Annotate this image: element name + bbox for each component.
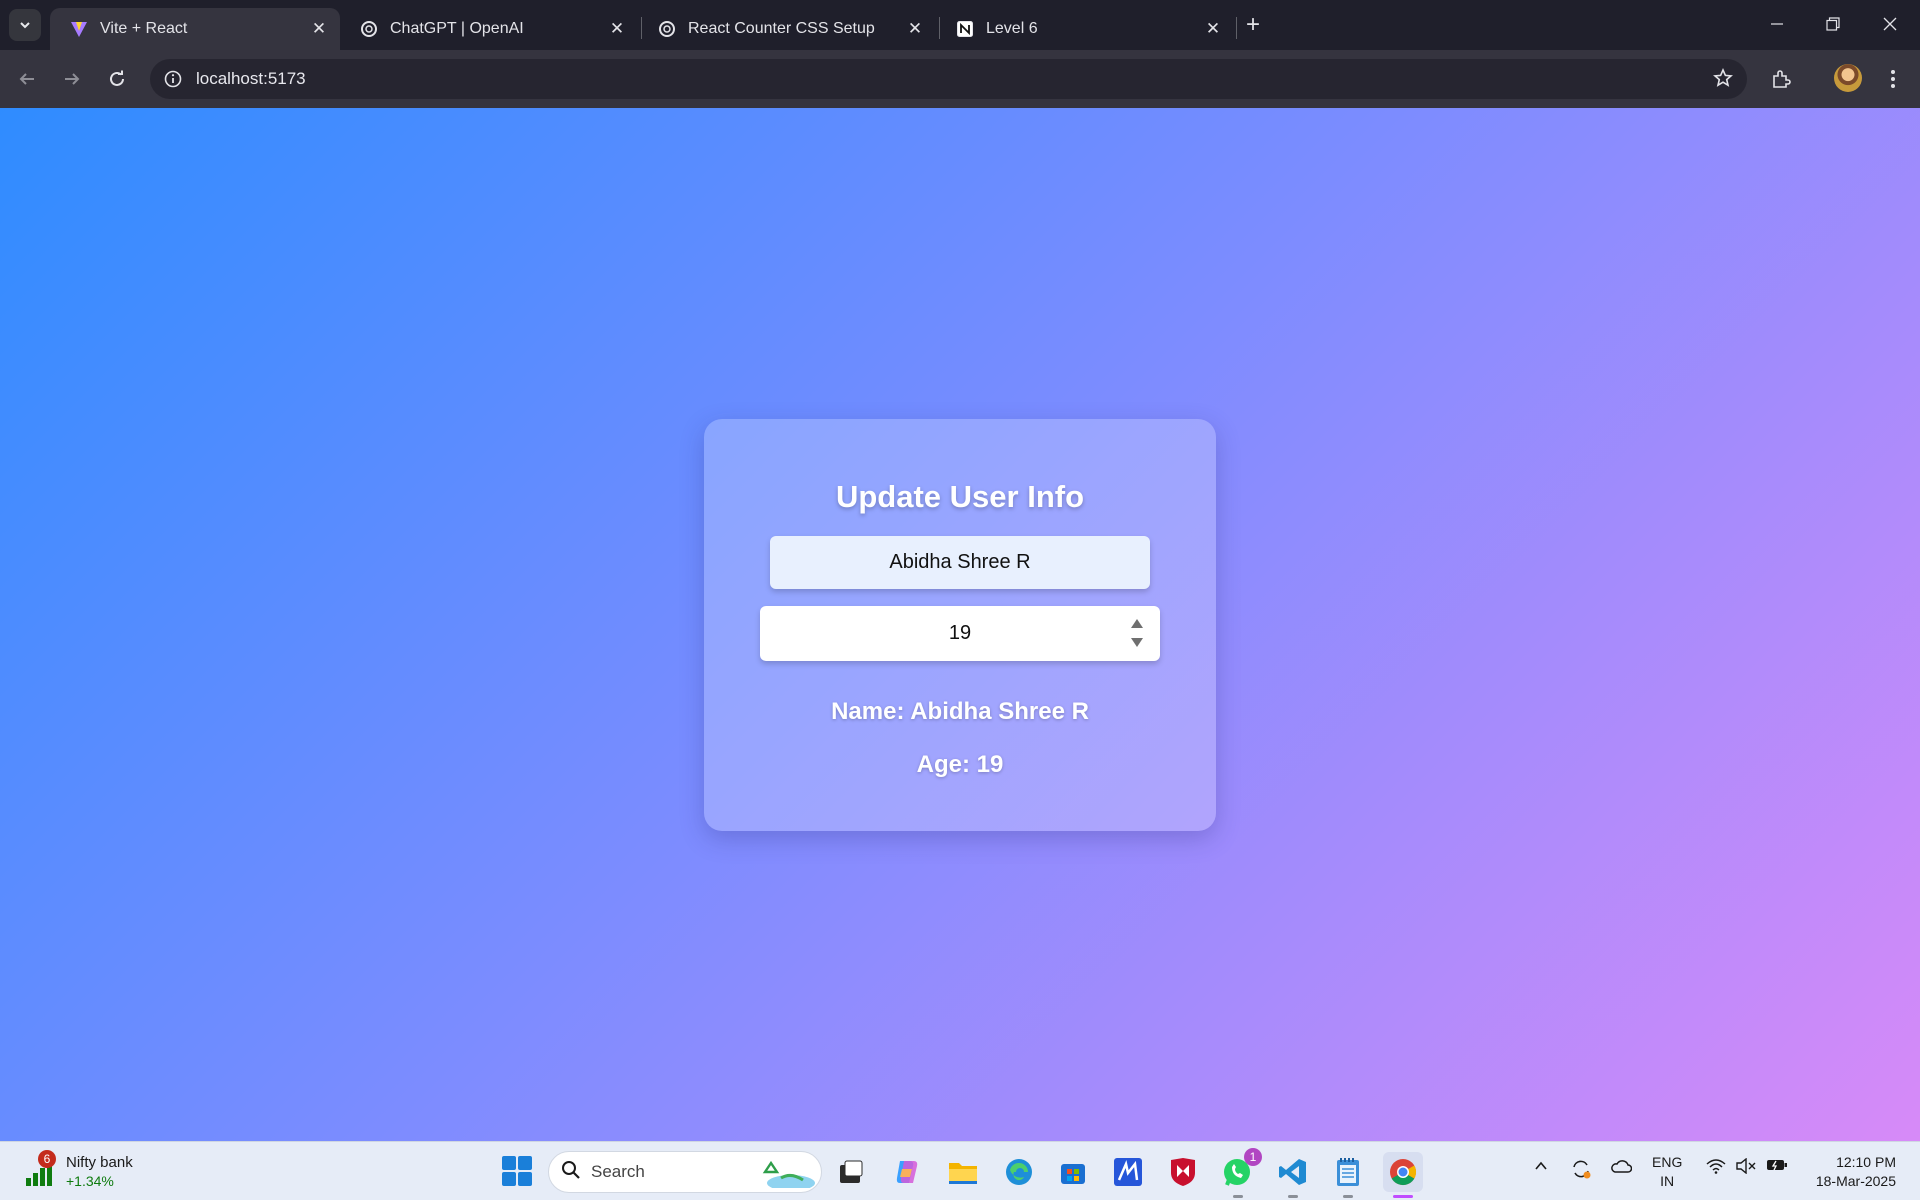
close-icon (1883, 17, 1897, 31)
edge-icon[interactable] (999, 1152, 1039, 1192)
arrow-right-icon (65, 73, 80, 85)
taskbar: 6 Nifty bank +1.34% Search 1 ENG IN 12:1… (0, 1141, 1920, 1200)
notification-badge: 1 (1244, 1148, 1262, 1166)
tab-title: ChatGPT | OpenAI (390, 20, 524, 37)
close-window-button[interactable] (1870, 8, 1910, 40)
windows-logo-pane (502, 1172, 516, 1186)
card-title: Update User Info (835, 479, 1085, 514)
name-display: Name: Abidha Shree R (831, 698, 1089, 725)
onedrive-cloud-icon[interactable] (1610, 1158, 1632, 1174)
openai-icon (360, 20, 378, 38)
browser-toolbar: localhost:5173 (0, 50, 1920, 108)
minimize-button[interactable] (1757, 8, 1797, 40)
address-bar[interactable]: localhost:5173 (150, 59, 1747, 99)
copilot-icon[interactable] (887, 1152, 927, 1192)
clock-time: 12:10 PM (1836, 1154, 1896, 1170)
tab-react-counter[interactable]: React Counter CSS Setup ✕ (638, 8, 936, 50)
file-explorer-icon[interactable] (943, 1152, 983, 1192)
start-button[interactable] (502, 1156, 532, 1186)
bookmark-star-icon[interactable] (1713, 68, 1733, 93)
volume-muted-icon[interactable] (1736, 1158, 1756, 1174)
running-indicator (1288, 1195, 1298, 1198)
arrow-left-icon (19, 73, 34, 85)
tab-level-6[interactable]: Level 6 ✕ (936, 8, 1234, 50)
running-indicator (1233, 1195, 1243, 1198)
running-indicator (1343, 1195, 1353, 1198)
restore-icon (1826, 17, 1840, 31)
page-viewport: Update User Info Name: Abidha Shree R Ag… (0, 108, 1920, 1141)
number-spinner[interactable] (1130, 619, 1144, 647)
new-tab-button[interactable]: + (1240, 11, 1266, 38)
minimize-icon (1771, 23, 1783, 25)
chrome-icon[interactable] (1383, 1152, 1423, 1198)
extensions-icon[interactable] (1765, 63, 1797, 95)
active-indicator (1393, 1195, 1413, 1198)
tab-title: Level 6 (986, 20, 1038, 37)
browser-tab-strip: Vite + React ✕ ChatGPT | OpenAI ✕ React … (0, 0, 1920, 50)
mcafee-icon[interactable] (1163, 1152, 1203, 1192)
vscode-icon[interactable] (1273, 1152, 1313, 1198)
spin-up-icon[interactable] (1131, 619, 1143, 628)
spin-down-icon[interactable] (1131, 638, 1143, 647)
system-clock[interactable]: 12:10 PM 18-Mar-2025 (1796, 1153, 1896, 1191)
user-info-card: Update User Info Name: Abidha Shree R Ag… (704, 419, 1216, 831)
taskbar-search[interactable]: Search (548, 1151, 822, 1193)
search-placeholder: Search (591, 1162, 645, 1181)
menu-kebab-icon[interactable] (1877, 63, 1909, 95)
windows-logo-pane (518, 1172, 532, 1186)
tab-separator (1236, 17, 1237, 39)
clock-date: 18-Mar-2025 (1815, 1173, 1896, 1189)
notepad-icon[interactable] (1328, 1152, 1368, 1198)
stock-widget[interactable]: 6 Nifty bank +1.34% (24, 1150, 133, 1194)
restore-button[interactable] (1813, 8, 1853, 40)
windows-logo-pane (518, 1156, 532, 1170)
tab-search-button[interactable] (9, 9, 41, 41)
openai-icon (658, 20, 676, 38)
close-icon[interactable]: ✕ (308, 18, 330, 40)
profile-avatar[interactable] (1834, 64, 1862, 92)
vite-icon (70, 20, 88, 38)
tab-title: Vite + React (100, 20, 188, 37)
app-m-icon[interactable] (1108, 1152, 1148, 1192)
widget-value: +1.34% (66, 1173, 114, 1189)
widget-title: Nifty bank (66, 1154, 133, 1171)
site-info-icon[interactable] (158, 64, 188, 94)
tab-chatgpt[interactable]: ChatGPT | OpenAI ✕ (340, 8, 638, 50)
reload-icon (110, 70, 124, 86)
forward-button[interactable] (55, 62, 89, 96)
recycle-highlight-icon (755, 1158, 815, 1191)
age-field (760, 606, 1160, 661)
close-icon[interactable]: ✕ (606, 18, 628, 40)
chart-bars-icon: 6 (24, 1150, 56, 1188)
close-icon[interactable]: ✕ (904, 18, 926, 40)
sync-icon[interactable] (1570, 1158, 1592, 1180)
notion-icon (956, 20, 974, 38)
whatsapp-icon[interactable]: 1 (1218, 1148, 1262, 1198)
battery-charging-icon[interactable] (1766, 1158, 1788, 1172)
region-code: IN (1660, 1173, 1675, 1189)
tab-vite-react[interactable]: Vite + React ✕ (50, 8, 340, 50)
task-view-icon[interactable] (831, 1152, 871, 1192)
name-input[interactable] (770, 536, 1150, 589)
chevron-down-icon (20, 22, 30, 29)
tray-overflow-chevron-icon[interactable] (1533, 1158, 1549, 1174)
search-icon (561, 1160, 581, 1185)
age-display: Age: 19 (916, 751, 1004, 778)
input-language[interactable]: ENG IN (1652, 1153, 1682, 1191)
url-text[interactable]: localhost:5173 (196, 69, 306, 89)
back-button[interactable] (10, 62, 44, 96)
wifi-icon[interactable] (1706, 1158, 1726, 1174)
reload-button[interactable] (100, 62, 134, 96)
tab-title: React Counter CSS Setup (688, 20, 875, 37)
close-icon[interactable]: ✕ (1202, 18, 1224, 40)
age-input[interactable] (760, 606, 1120, 661)
microsoft-store-icon[interactable] (1053, 1152, 1093, 1192)
notification-badge: 6 (38, 1150, 56, 1168)
language-code: ENG (1652, 1154, 1683, 1170)
windows-logo-pane (502, 1156, 516, 1170)
